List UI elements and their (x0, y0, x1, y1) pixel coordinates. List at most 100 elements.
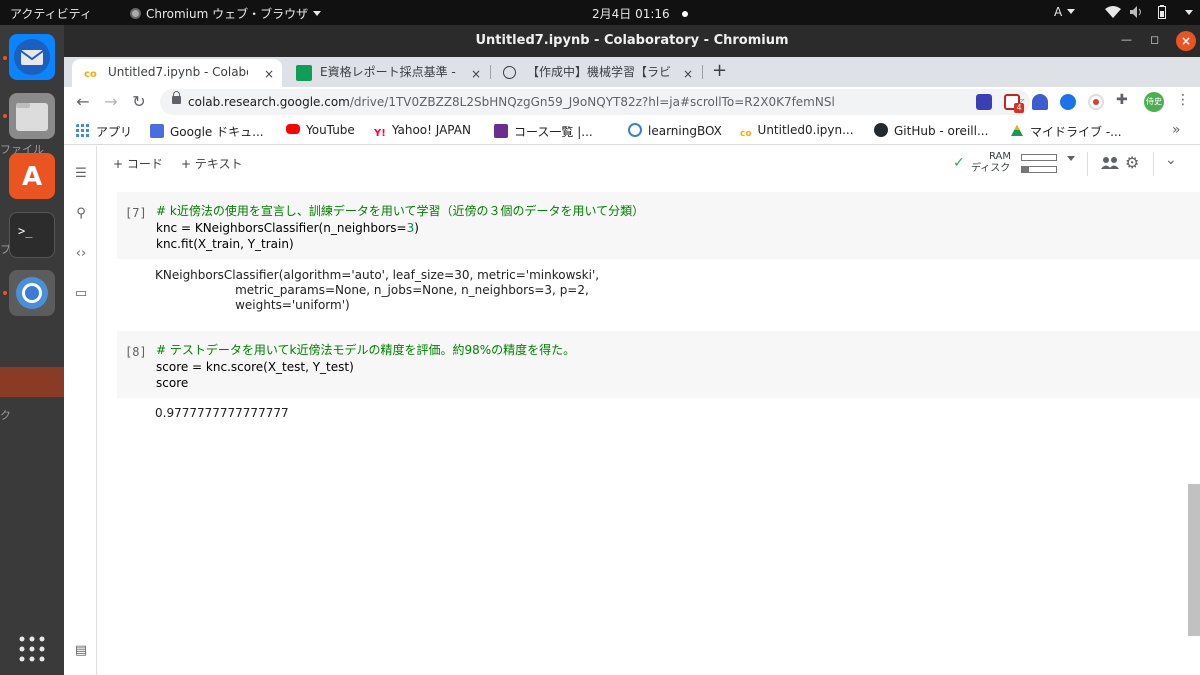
reload-button[interactable]: ↻ (129, 92, 149, 111)
search-icon[interactable]: ⚲ (73, 206, 89, 222)
notebook-area: [7] # k近傍法の使用を宣言し、訓練データを用いて学習（近傍の３個のデータを… (97, 182, 1200, 675)
files-icon[interactable] (9, 93, 55, 139)
cell-output: 0.9777777777777777 (155, 406, 289, 420)
svg-text:co: co (84, 69, 97, 80)
c-extension-icon[interactable] (1060, 94, 1076, 110)
bookmark-google-docs[interactable]: Google ドキュ... (150, 123, 264, 140)
add-code-cell-button[interactable]: + コード (113, 155, 163, 172)
code-line: ) (414, 220, 419, 235)
code-snippets-icon[interactable]: ‹› (73, 246, 89, 262)
cell-prompt: [8] (125, 345, 147, 359)
ram-meter (1021, 154, 1057, 161)
ram-label: RAM (989, 151, 1012, 162)
bookmark-youtube[interactable]: YouTube (286, 123, 355, 137)
system-menu-chevron-icon[interactable] (1185, 10, 1193, 15)
terminal-icon[interactable]: >_ (9, 212, 55, 258)
show-applications-icon[interactable] (9, 626, 55, 672)
system-top-bar: アクティビティ Chromium ウェブ・ブラウザ 2月4日 01:16 A (0, 0, 1200, 25)
wifi-icon[interactable] (1105, 6, 1121, 18)
code-cell[interactable]: [8] # テストデータを用いてk近傍法モデルの精度を評価。約98%の精度を得た… (117, 331, 1200, 398)
more-menu-icon[interactable]: ⋮ (1176, 92, 1190, 108)
bookmark-label: Yahoo! JAPAN (391, 123, 471, 137)
code-comment: # テストデータを用いてk近傍法モデルの精度を評価。約98%の精度を得た。 (156, 343, 576, 357)
activities-button[interactable]: アクティビティ (10, 5, 92, 22)
bookmark-label: learningBOX (648, 124, 722, 138)
bookmark-label: Google ドキュ... (170, 125, 264, 139)
record-extension-icon[interactable] (1088, 94, 1104, 110)
url-host: colab.research.google.com (188, 95, 350, 109)
notification-dot-icon (681, 11, 688, 17)
bookmark-apps[interactable]: アプリ (76, 123, 132, 140)
bookmarks-bar: アプリ Google ドキュ... YouTube Y! Yahoo! JAPAN… (64, 118, 1200, 145)
new-tab-button[interactable]: + (712, 60, 727, 81)
window-title-bar: Untitled7.ipynb - Colaboratory - Chromiu… (64, 25, 1200, 57)
cell-code[interactable]: # テストデータを用いてk近傍法モデルの精度を評価。約98%の精度を得た。 sc… (156, 342, 575, 392)
input-method-label: A (1054, 5, 1063, 19)
collapse-header-chevron-icon[interactable]: ⌄ (1165, 152, 1177, 168)
code-line: score (156, 376, 189, 390)
maximize-button[interactable]: ◻ (1150, 33, 1159, 46)
share-people-icon[interactable] (1101, 156, 1119, 170)
back-button[interactable]: ← (73, 92, 93, 111)
more-bookmarks-icon[interactable]: » (1172, 122, 1181, 138)
folder-icon[interactable]: ▭ (73, 286, 89, 302)
app-menu-label: Chromium ウェブ・ブラウザ (146, 7, 309, 21)
tab-e-shikaku[interactable]: E資格レポート採点基準 - Go × (284, 59, 489, 87)
add-text-cell-button[interactable]: + テキスト (181, 155, 243, 172)
battery-icon[interactable] (1158, 5, 1166, 19)
clock[interactable]: 2月4日 01:16 (592, 5, 688, 22)
puzzle-icon[interactable]: ✚ (1116, 92, 1132, 108)
tab-machine-learning-draft[interactable]: 【作成中】機械学習【ラビット × (491, 59, 701, 87)
chevron-down-icon (1067, 9, 1076, 14)
svg-text:>_: >_ (18, 224, 33, 238)
bookmark-learningbox[interactable]: learningBOX (628, 123, 722, 138)
toolbar-divider (1087, 152, 1088, 176)
graduation-cap-icon[interactable] (1032, 94, 1048, 110)
code-cell[interactable]: [7] # k近傍法の使用を宣言し、訓練データを用いて学習（近傍の３個のデータを… (117, 192, 1200, 259)
terminal-icon[interactable]: ▤ (73, 643, 89, 659)
running-indicator (3, 114, 7, 118)
close-tab-icon[interactable]: × (471, 61, 481, 87)
bookmark-label: マイドライブ -... (1030, 125, 1122, 139)
chromium-icon[interactable] (9, 270, 55, 316)
lock-icon (172, 91, 181, 104)
tab-separator (702, 65, 703, 79)
bookmark-github[interactable]: GitHub - oreill... (874, 123, 988, 138)
volume-icon[interactable] (1130, 6, 1144, 18)
code-line: knc = KNeighborsClassifier(n_neighbors= (156, 220, 407, 235)
bookmark-label: GitHub - oreill... (894, 124, 989, 138)
close-tab-icon[interactable]: × (683, 61, 693, 87)
scrollbar-thumb[interactable] (1188, 484, 1200, 636)
close-tab-icon[interactable]: × (264, 61, 274, 87)
browser-toolbar: ← → ↻ colab.research.google.com/drive/1T… (64, 87, 1200, 118)
resource-monitor[interactable]: RAM ディスク (971, 151, 1012, 175)
bookmark-untitled0[interactable]: co Untitled0.ipyn... (740, 123, 854, 143)
tab-colab-untitled7[interactable]: co Untitled7.ipynb - Colaboratory × (72, 59, 282, 87)
chevron-down-icon[interactable] (1067, 156, 1075, 161)
url-path: /drive/1TV0ZBZZ8L2SbHNQzgGn59_J9oNQYT82z… (349, 95, 835, 109)
settings-gear-icon[interactable]: ⚙ (1125, 153, 1139, 172)
profile-avatar[interactable]: 侍史 (1144, 92, 1164, 112)
bookmark-label: アプリ (96, 125, 133, 139)
close-window-button[interactable]: × (1176, 31, 1196, 51)
address-bar[interactable]: colab.research.google.com/drive/1TV0ZBZZ… (160, 89, 1030, 115)
app-menu[interactable]: Chromium ウェブ・ブラウザ (130, 5, 322, 22)
bookmark-my-drive[interactable]: マイドライブ -... (1010, 123, 1122, 140)
colab-logo-icon: co (740, 129, 752, 139)
cell-code[interactable]: # k近傍法の使用を宣言し、訓練データを用いて学習（近傍の３個のデータを用いて分… (156, 203, 644, 253)
table-of-contents-icon[interactable]: ☰ (73, 166, 89, 182)
forward-button[interactable]: → (101, 92, 121, 111)
minimize-button[interactable]: — (1121, 33, 1132, 46)
learningbox-icon (628, 123, 642, 137)
code-comment: # k近傍法の使用を宣言し、訓練データを用いて学習（近傍の３個のデータを用いて分… (156, 204, 645, 218)
thunderbird-icon[interactable] (9, 34, 55, 80)
bookmark-label: Untitled0.ipyn... (757, 123, 854, 137)
extension-icon[interactable] (976, 94, 992, 110)
bookmark-yahoo[interactable]: Y! Yahoo! JAPAN (374, 123, 471, 142)
input-method-indicator[interactable]: A (1054, 5, 1076, 19)
url-text: colab.research.google.com/drive/1TV0ZBZZ… (188, 95, 835, 109)
bookmark-course-list[interactable]: コース一覧 |... (494, 123, 593, 140)
yahoo-icon: Y! (374, 128, 386, 139)
software-center-icon[interactable]: A (9, 153, 55, 199)
drive-icon (1011, 125, 1023, 136)
